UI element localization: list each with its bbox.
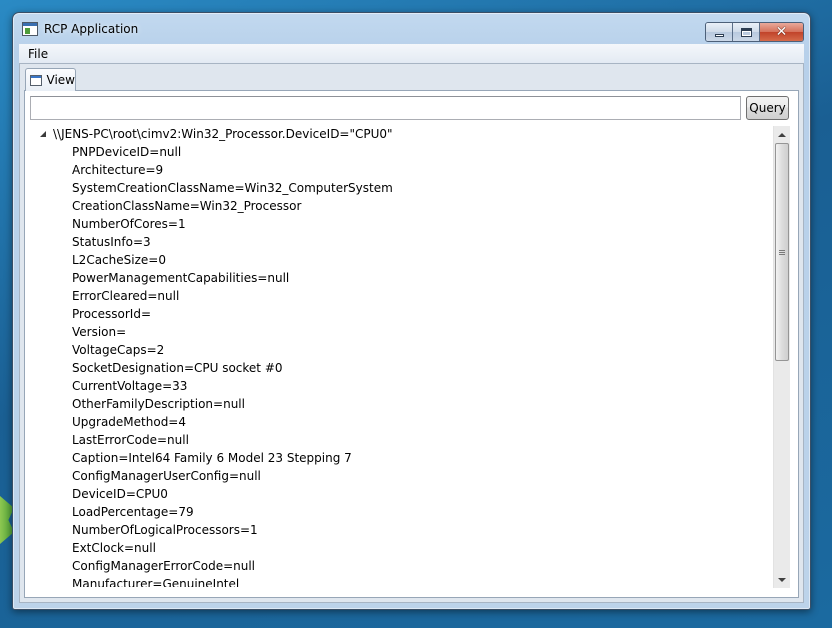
app-window-icon[interactable]	[22, 22, 38, 36]
tree-item[interactable]: ErrorCleared=null	[27, 287, 771, 305]
tree-item[interactable]: Architecture=9	[27, 161, 771, 179]
query-input[interactable]	[30, 96, 741, 120]
tree-item[interactable]: Manufacturer=GenuineIntel	[27, 575, 771, 587]
scroll-down-button[interactable]	[774, 571, 790, 588]
application-window: RCP Application ✕ File View Query \\JENS…	[12, 12, 811, 610]
view-window-icon	[30, 74, 42, 86]
scroll-thumb[interactable]	[775, 143, 789, 361]
window-title: RCP Application	[44, 22, 139, 36]
tree-item[interactable]: UpgradeMethod=4	[27, 413, 771, 431]
tree-item[interactable]: PNPDeviceID=null	[27, 143, 771, 161]
tree-item[interactable]: NumberOfCores=1	[27, 215, 771, 233]
menu-bar: File	[19, 44, 804, 63]
tree-item[interactable]: LastErrorCode=null	[27, 431, 771, 449]
tree-children: PNPDeviceID=null Architecture=9 SystemCrea…	[27, 143, 771, 587]
tree-item[interactable]: CurrentVoltage=33	[27, 377, 771, 395]
tree-item[interactable]: Caption=Intel64 Family 6 Model 23 Steppi…	[27, 449, 771, 467]
tree-item[interactable]: DeviceID=CPU0	[27, 485, 771, 503]
close-icon: ✕	[775, 24, 788, 40]
arrow-up-icon	[778, 132, 786, 137]
workbench-area: View Query \\JENS-PC\root\cimv2:Win32_Pr…	[19, 63, 804, 603]
tab-view[interactable]: View	[25, 68, 76, 91]
result-tree: \\JENS-PC\root\cimv2:Win32_Processor.Dev…	[27, 125, 771, 587]
maximize-button[interactable]	[733, 23, 760, 41]
tree-item[interactable]: StatusInfo=3	[27, 233, 771, 251]
tree-item[interactable]: NumberOfLogicalProcessors=1	[27, 521, 771, 539]
caption-buttons: ✕	[705, 22, 804, 42]
tree-item[interactable]: ConfigManagerUserConfig=null	[27, 467, 771, 485]
tree-root-label: \\JENS-PC\root\cimv2:Win32_Processor.Dev…	[53, 127, 393, 141]
grip-icon	[779, 249, 785, 255]
arrow-down-icon	[778, 577, 786, 582]
query-button[interactable]: Query	[746, 96, 789, 120]
tree-item[interactable]: OtherFamilyDescription=null	[27, 395, 771, 413]
vertical-scrollbar[interactable]	[773, 126, 790, 588]
tree-item[interactable]: SocketDesignation=CPU socket #0	[27, 359, 771, 377]
tree-item[interactable]: SystemCreationClassName=Win32_ComputerSy…	[27, 179, 771, 197]
scroll-up-button[interactable]	[774, 126, 790, 143]
tree-item[interactable]: L2CacheSize=0	[27, 251, 771, 269]
tree-item[interactable]: ProcessorId=	[27, 305, 771, 323]
maximize-icon	[740, 27, 752, 37]
tree-item[interactable]: LoadPercentage=79	[27, 503, 771, 521]
tree-item[interactable]: CreationClassName=Win32_Processor	[27, 197, 771, 215]
minimize-button[interactable]	[706, 23, 733, 41]
view-panel: Query \\JENS-PC\root\cimv2:Win32_Process…	[24, 90, 799, 598]
tree-item[interactable]: VoltageCaps=2	[27, 341, 771, 359]
menu-file[interactable]: File	[22, 47, 54, 61]
tree-expanded-icon[interactable]	[40, 131, 46, 137]
tree-item[interactable]: ExtClock=null	[27, 539, 771, 557]
tree-root-node[interactable]: \\JENS-PC\root\cimv2:Win32_Processor.Dev…	[27, 125, 771, 143]
tree-item[interactable]: ConfigManagerErrorCode=null	[27, 557, 771, 575]
tree-item[interactable]: PowerManagementCapabilities=null	[27, 269, 771, 287]
minimize-icon	[714, 33, 724, 37]
title-bar[interactable]: RCP Application ✕	[13, 13, 810, 45]
close-button[interactable]: ✕	[760, 23, 803, 41]
tree-item[interactable]: Version=	[27, 323, 771, 341]
tab-view-label: View	[46, 73, 75, 87]
